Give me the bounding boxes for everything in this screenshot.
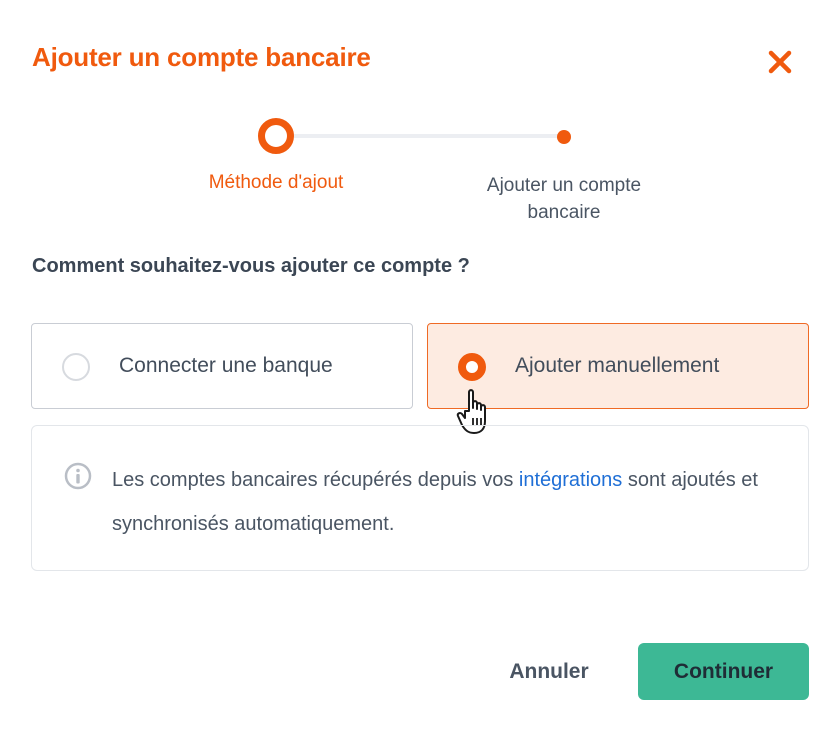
- step-2-label: Ajouter un compte bancaire: [486, 175, 642, 223]
- stepper: Méthode d'ajout Ajouter un compte bancai…: [0, 0, 840, 230]
- info-text-before: Les comptes bancaires récupérés depuis v…: [112, 469, 519, 491]
- step-1-label: Méthode d'ajout: [208, 172, 344, 193]
- cancel-button[interactable]: Annuler: [490, 650, 608, 694]
- option-add-manually-label: Ajouter manuellement: [515, 354, 720, 377]
- radio-add-manually[interactable]: [458, 353, 486, 381]
- option-connect-bank[interactable]: Connecter une banque: [31, 323, 413, 409]
- info-box: Les comptes bancaires récupérés depuis v…: [31, 425, 809, 571]
- question-heading: Comment souhaitez-vous ajouter ce compte…: [32, 255, 470, 277]
- stepper-track: [276, 134, 564, 138]
- step-1-indicator: [258, 118, 294, 154]
- continue-button[interactable]: Continuer: [638, 643, 809, 700]
- option-add-manually[interactable]: Ajouter manuellement: [427, 323, 809, 409]
- step-2-indicator: [557, 130, 571, 144]
- info-icon: [64, 462, 92, 490]
- option-connect-bank-label: Connecter une banque: [119, 354, 333, 377]
- info-text: Les comptes bancaires récupérés depuis v…: [112, 458, 792, 546]
- radio-connect-bank[interactable]: [62, 353, 90, 381]
- integrations-link[interactable]: intégrations: [519, 469, 622, 491]
